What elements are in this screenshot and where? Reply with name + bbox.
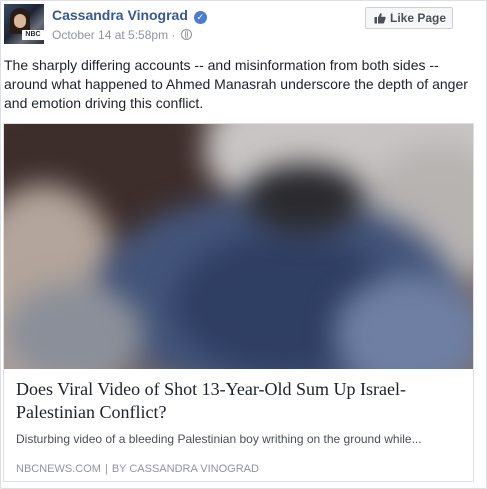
link-title[interactable]: Does Viral Video of Shot 13-Year-Old Sum…: [16, 378, 466, 424]
link-preview-image[interactable]: [4, 124, 473, 369]
link-description: Disturbing video of a bleeding Palestini…: [16, 432, 422, 446]
post-card: NBC Cassandra Vinograd ✓ October 14 at 5…: [0, 0, 487, 489]
source-separator: |: [104, 463, 108, 475]
post-timestamp[interactable]: October 14 at 5:58pm: [52, 28, 168, 42]
author-name[interactable]: Cassandra Vinograd: [52, 7, 188, 23]
source-byline: BY CASSANDRA VINOGRAD: [111, 463, 259, 475]
post-header: NBC Cassandra Vinograd ✓ October 14 at 5…: [1, 1, 486, 51]
post-body-text: The sharply differing accounts -- and mi…: [4, 57, 468, 111]
meta-separator: ·: [171, 28, 176, 42]
avatar-logo-tag: NBC: [22, 30, 44, 40]
image-blob: [244, 164, 364, 234]
globe-icon[interactable]: [180, 29, 192, 40]
avatar-face: [14, 14, 26, 28]
verified-badge-icon: ✓: [193, 11, 207, 24]
link-preview-card[interactable]: Does Viral Video of Shot 13-Year-Old Sum…: [3, 123, 474, 482]
like-page-label: Like Page: [390, 11, 447, 25]
author-line: Cassandra Vinograd ✓: [52, 7, 207, 24]
thumbs-up-icon: [374, 13, 386, 24]
like-page-button[interactable]: Like Page: [365, 7, 453, 29]
source-domain: NBCNEWS.COM: [16, 463, 101, 475]
post-meta: October 14 at 5:58pm ·: [52, 28, 192, 42]
avatar[interactable]: NBC: [4, 4, 44, 44]
link-source: NBCNEWS.COM | BY CASSANDRA VINOGRAD: [16, 463, 259, 475]
